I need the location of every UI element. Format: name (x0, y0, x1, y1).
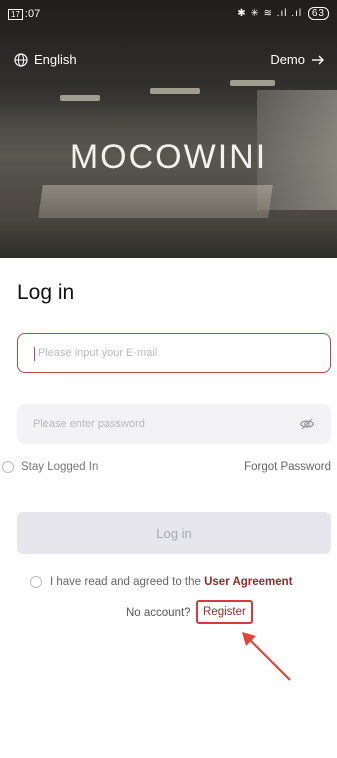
user-agreement-link[interactable]: User Agreement (204, 576, 292, 588)
stay-logged-in-label: Stay Logged In (21, 461, 99, 473)
hero-lamp (150, 88, 200, 94)
hero-lamp (60, 95, 100, 101)
page-title: Log in (17, 281, 75, 304)
language-label: English (34, 52, 77, 67)
stay-logged-in-checkbox[interactable] (2, 461, 14, 473)
language-switcher[interactable]: English (14, 52, 77, 67)
status-time: 17:07 (8, 8, 40, 20)
arrow-right-icon (312, 55, 324, 64)
brand-logo: MOCOWINI (69, 138, 268, 176)
hero-banner: 17:07 ✱ ✳ ≋ .ıl .ıl 63 English Demo MOCO… (0, 0, 337, 258)
status-icons: ✱ ✳ ≋ .ıl .ıl 63 (237, 7, 329, 20)
agreement-checkbox[interactable] (30, 576, 42, 588)
agreement-row: I have read and agreed to the User Agree… (30, 576, 293, 588)
no-account-text: No account? (126, 607, 191, 619)
login-button[interactable]: Log in (17, 512, 331, 554)
hero-lamp (230, 80, 275, 86)
battery-level: 63 (311, 8, 325, 19)
agreement-label: I have read and agreed to the (50, 576, 201, 588)
password-input[interactable] (33, 404, 273, 444)
text-caret (34, 347, 35, 361)
status-time-text: 07 (27, 8, 41, 20)
globe-icon (14, 52, 28, 67)
demo-label: Demo (270, 52, 305, 67)
demo-link[interactable]: Demo (270, 52, 325, 67)
red-arrow-icon (242, 632, 291, 681)
hero-floor (0, 218, 337, 258)
agreement-text: I have read and agreed to the User Agree… (50, 576, 293, 588)
password-field[interactable] (17, 404, 331, 444)
email-input[interactable] (38, 334, 278, 372)
forgot-password-link[interactable]: Forgot Password (244, 461, 331, 473)
email-field[interactable] (17, 333, 331, 373)
eye-off-icon[interactable] (299, 416, 315, 432)
status-bar: 17:07 ✱ ✳ ≋ .ıl .ıl 63 (0, 0, 337, 28)
battery-icon: 63 (307, 7, 329, 20)
register-link[interactable]: Register (196, 600, 253, 624)
stay-logged-in[interactable]: Stay Logged In (2, 461, 98, 473)
status-icons-text: ✱ ✳ ≋ .ıl .ıl (237, 8, 303, 19)
